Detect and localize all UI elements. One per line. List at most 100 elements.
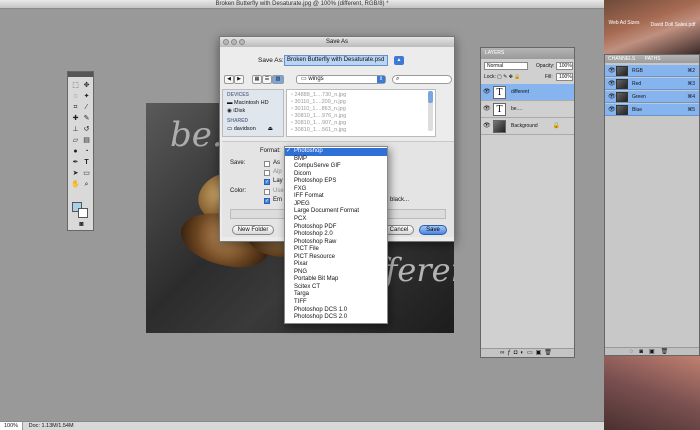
format-option[interactable]: TIFF [285,299,387,307]
file-item[interactable]: ▫ 30810_1....907_n.jpg [291,120,346,126]
blend-mode-select[interactable]: Normal [484,62,528,70]
channel-row[interactable]: 👁 Green ⌘4 [605,91,699,103]
trash-icon[interactable]: 🗑 [661,349,675,355]
quick-mask-icon[interactable]: ◙ [77,220,86,229]
format-option[interactable]: FXG [285,186,387,194]
new-layer-icon[interactable]: ▣ [536,350,545,356]
format-option[interactable]: CompuServe GIF [285,163,387,171]
zoom-window-icon[interactable] [239,39,245,45]
list-view-icon[interactable]: ☰ [262,75,272,84]
blur-icon[interactable]: ● [71,147,80,156]
filename-input[interactable]: Broken Butterfly with Desaturate.psd [284,55,388,66]
format-option[interactable]: Photoshop DCS 2.0 [285,314,387,322]
adjustment-icon[interactable]: ◐ [520,350,527,356]
sidebar-item-macintosh-hd[interactable]: ▬ Macintosh HD [227,100,269,106]
eye-icon[interactable]: 👁 [483,106,491,112]
eject-icon[interactable]: ⏏ [268,126,273,132]
load-selection-icon[interactable]: ◌ [630,349,640,355]
layers-checkbox[interactable]: ✓ [264,179,270,185]
tab-paths[interactable]: PATHS [645,56,661,62]
format-option[interactable]: BMP [285,156,387,164]
eye-icon[interactable]: 👁 [483,89,491,95]
eye-icon[interactable]: 👁 [608,68,616,74]
stamp-icon[interactable]: ⊥ [71,125,80,134]
format-option[interactable]: PNG [285,269,387,277]
column-view-icon[interactable]: ▥ [272,75,284,84]
trash-icon[interactable]: 🗑 [544,350,555,356]
format-option[interactable]: Pixar [285,261,387,269]
eye-icon[interactable]: 👁 [483,123,491,129]
zoom-icon[interactable]: ⌕ [82,180,91,189]
background-color-swatch[interactable] [78,208,88,218]
dodge-icon[interactable]: ◔ [82,147,91,156]
channel-row[interactable]: 👁 Blue ⌘5 [605,104,699,116]
desktop-icon-pdf[interactable]: David Doll Sales.pdf [648,22,698,28]
format-option[interactable]: ✓ Photoshop [285,148,387,156]
type-icon[interactable]: T [82,158,91,167]
file-item[interactable]: ▫ 30810_1....561_n.jpg [291,127,346,133]
format-option[interactable]: PICT Resource [285,254,387,262]
group-icon[interactable]: ▭ [527,350,536,356]
format-option[interactable]: Scitex CT [285,284,387,292]
close-icon[interactable] [223,39,229,45]
icon-view-icon[interactable]: ▦ [252,75,262,84]
shape-icon[interactable]: ▭ [82,169,91,178]
save-selection-icon[interactable]: ◙ [639,349,649,355]
embed-profile-checkbox[interactable]: ✓ [264,198,270,204]
new-folder-button[interactable]: New Folder [232,225,274,235]
eraser-icon[interactable]: ▱ [71,136,80,145]
alpha-checkbox[interactable] [264,170,270,176]
path-select-icon[interactable]: ➤ [71,169,80,178]
channel-row[interactable]: 👁 Red ⌘3 [605,78,699,90]
use-proof-checkbox[interactable] [264,189,270,195]
history-brush-icon[interactable]: ↺ [82,125,91,134]
lasso-icon[interactable]: ◌ [71,92,80,101]
format-option[interactable]: JPEG [285,201,387,209]
magic-wand-icon[interactable]: ✦ [82,92,91,101]
layer-row[interactable]: 👁 Background 🔒 [481,118,574,135]
file-list-scrollbar[interactable] [428,91,433,131]
format-option[interactable]: Photoshop DCS 1.0 [285,307,387,315]
cancel-button[interactable]: Cancel [384,225,414,235]
eyedropper-icon[interactable]: ⁄ [82,103,91,112]
lock-icons[interactable]: ▢ ✎ ✥ 🔒 [497,74,521,80]
format-option[interactable]: Dicom [285,171,387,179]
gradient-icon[interactable]: ▤ [82,136,91,145]
search-field[interactable]: ⌕ [392,75,452,84]
new-channel-icon[interactable]: ▣ [649,349,661,355]
hand-icon[interactable]: ✋ [71,180,80,189]
layers-tab[interactable]: LAYERS [481,48,574,59]
format-option[interactable]: PCX [285,216,387,224]
save-button[interactable]: Save [419,225,447,235]
format-option[interactable]: Photoshop EPS [285,178,387,186]
format-option[interactable]: Photoshop 2.0 [285,231,387,239]
sidebar-item-davidson[interactable]: ▭ davidson ⏏ [227,126,273,132]
layer-row[interactable]: 👁 T different [481,84,574,101]
eye-icon[interactable]: 👁 [608,81,616,87]
format-option[interactable]: IFF Format [285,193,387,201]
layer-row[interactable]: 👁 T be.... [481,101,574,118]
healing-icon[interactable]: ✚ [71,114,80,123]
eye-icon[interactable]: 👁 [608,107,616,113]
zoom-level[interactable]: 100% [0,422,24,430]
pen-icon[interactable]: ✒ [71,158,80,167]
opacity-field[interactable]: 100% [556,62,573,70]
expand-dialog-button[interactable]: ▲ [394,56,404,65]
back-icon[interactable]: ◀ [224,75,234,84]
channel-row[interactable]: 👁 RGB ⌘2 [605,65,699,77]
scroll-thumb[interactable] [428,91,433,103]
format-option[interactable]: Photoshop Raw [285,239,387,247]
tab-channels[interactable]: CHANNELS [608,56,635,62]
eye-icon[interactable]: 👁 [608,94,616,100]
as-copy-checkbox[interactable] [264,161,270,167]
move-icon[interactable]: ✥ [82,81,91,90]
file-list[interactable]: ▫ 24888_1....730_n.jpg ▫ 30110_1....209_… [286,89,436,137]
crop-icon[interactable]: ⌗ [71,103,80,112]
desktop-icon-web-ad-sizes[interactable]: Web Ad Sizes [604,20,644,26]
format-option[interactable]: PICT File [285,246,387,254]
format-option[interactable]: Targa [285,291,387,299]
minimize-icon[interactable] [231,39,237,45]
format-option[interactable]: Photoshop PDF [285,224,387,232]
fill-field[interactable]: 100% [556,73,573,81]
format-option[interactable]: Portable Bit Map [285,276,387,284]
